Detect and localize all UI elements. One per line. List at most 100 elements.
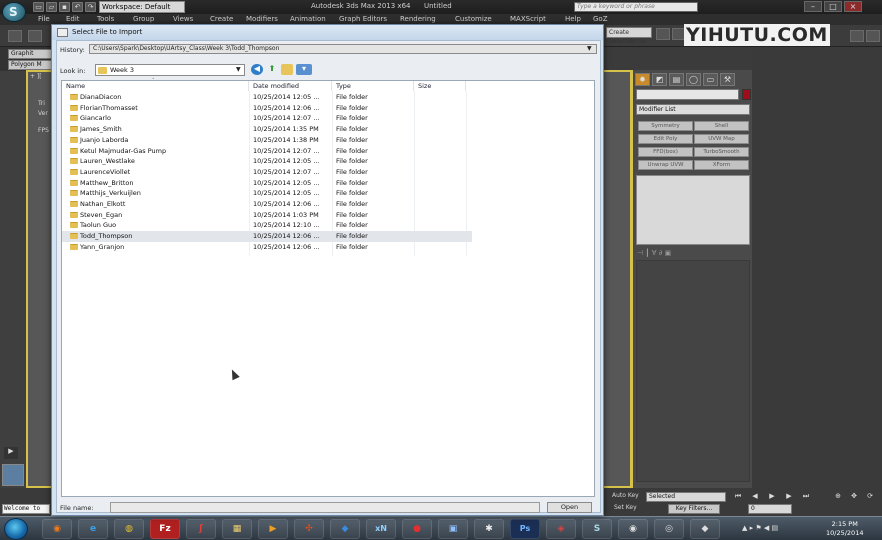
file-list-row[interactable]: Ketul Majmudar-Gas Pump 10/25/2014 12:07 … bbox=[62, 146, 472, 157]
render-setup-icon[interactable] bbox=[850, 30, 864, 42]
modifier-button[interactable]: Edit Poly bbox=[638, 134, 693, 144]
open-button[interactable]: Open bbox=[547, 502, 592, 513]
stack-controls[interactable]: ⊣ ┃ ∀ ∂ ▣ bbox=[637, 249, 749, 258]
file-list-row[interactable]: Taolun Guo 10/25/2014 12:10 ... File folde… bbox=[62, 220, 472, 231]
menu-customize[interactable]: Customize bbox=[455, 15, 492, 23]
modify-tab-icon[interactable]: ◩ bbox=[652, 73, 667, 86]
daz-studio-icon[interactable]: ✱ bbox=[474, 519, 504, 539]
up-folder-icon[interactable]: ⬆ bbox=[266, 64, 278, 75]
play-icon[interactable]: ▶ bbox=[4, 447, 18, 459]
file-list-row[interactable]: James_Smith 10/25/2014 1:35 PM File folder bbox=[62, 124, 472, 135]
modifier-button[interactable]: FFD(box) bbox=[638, 147, 693, 157]
file-list-row[interactable]: DianaDiacon 10/25/2014 12:05 ... File fold… bbox=[62, 92, 472, 103]
app-icon[interactable]: ✣ bbox=[294, 519, 324, 539]
file-list-row[interactable]: Steven_Egan 10/25/2014 1:03 PM File folder bbox=[62, 210, 472, 221]
menu-modifiers[interactable]: Modifiers bbox=[246, 15, 278, 23]
media-player-icon[interactable]: ▶ bbox=[258, 519, 288, 539]
menu-file[interactable]: File bbox=[38, 15, 50, 23]
create-tab-icon[interactable]: ✹ bbox=[635, 73, 650, 86]
selection-set-dropdown[interactable]: Create Selection Se bbox=[606, 27, 652, 45]
file-list-row[interactable]: Yann_Granjon 10/25/2014 12:06 ... File fol… bbox=[62, 242, 472, 253]
modifier-stack[interactable] bbox=[636, 175, 750, 245]
menu-maxscript[interactable]: MAXScript bbox=[510, 15, 546, 23]
file-explorer-icon[interactable]: ▦ bbox=[222, 519, 252, 539]
menu-graph-editors[interactable]: Graph Editors bbox=[339, 15, 387, 23]
key-mode-dropdown[interactable]: Selected bbox=[646, 492, 726, 502]
object-color-swatch[interactable] bbox=[742, 89, 751, 100]
maximize-button[interactable]: □ bbox=[824, 1, 842, 12]
key-filters-button[interactable]: Key Filters... bbox=[668, 504, 720, 514]
dropbox-icon[interactable]: ◆ bbox=[330, 519, 360, 539]
next-frame-icon[interactable]: ▶ bbox=[783, 492, 795, 502]
display-tab-icon[interactable]: ▭ bbox=[703, 73, 718, 86]
modifier-button[interactable]: XForm bbox=[694, 160, 749, 170]
orbit-icon[interactable]: ⟳ bbox=[864, 492, 876, 502]
undo-icon[interactable]: ↶ bbox=[72, 2, 83, 12]
view-menu-icon[interactable]: ▾ bbox=[296, 64, 312, 75]
system-clock[interactable]: 2:15 PM 10/25/2014 bbox=[826, 520, 863, 538]
menu-help[interactable]: Help bbox=[565, 15, 581, 23]
app-icon[interactable]: ◈ bbox=[546, 519, 576, 539]
close-button[interactable]: × bbox=[844, 1, 862, 12]
new-file-icon[interactable]: ▭ bbox=[33, 2, 44, 12]
save-icon[interactable]: ▪ bbox=[59, 2, 70, 12]
viewport-label[interactable]: + ][ bbox=[30, 73, 42, 80]
undo-toolbar-icon[interactable] bbox=[8, 30, 22, 42]
internet-explorer-icon[interactable]: e bbox=[78, 519, 108, 539]
toolbar-icon[interactable] bbox=[656, 28, 670, 40]
xn-view-icon[interactable]: xN bbox=[366, 519, 396, 539]
modifier-button[interactable]: UVW Map bbox=[694, 134, 749, 144]
tray-icons[interactable]: ▲ ▸ ⚑ ◀ ▤ bbox=[742, 524, 778, 532]
redo-toolbar-icon[interactable] bbox=[28, 30, 42, 42]
history-dropdown[interactable]: C:\Users\Spark\Desktop\UArtsy_Class\Week… bbox=[89, 44, 597, 54]
3ds-max-taskbar-icon[interactable]: S bbox=[582, 519, 612, 539]
menu-rendering[interactable]: Rendering bbox=[400, 15, 436, 23]
screen-recorder-icon[interactable]: ▣ bbox=[438, 519, 468, 539]
set-key-button[interactable]: Set Key bbox=[614, 504, 637, 511]
column-header-name[interactable]: Name bbox=[62, 81, 249, 91]
search-input[interactable]: Type a keyword or phrase bbox=[574, 2, 698, 12]
menu-tools[interactable]: Tools bbox=[97, 15, 114, 23]
prev-frame-icon[interactable]: ◀ bbox=[749, 492, 761, 502]
viewport-thumbnail[interactable] bbox=[2, 464, 24, 486]
app-icon[interactable]: ● bbox=[402, 519, 432, 539]
menu-group[interactable]: Group bbox=[133, 15, 154, 23]
menu-views[interactable]: Views bbox=[173, 15, 193, 23]
menu-goz[interactable]: GoZ bbox=[593, 15, 608, 23]
menu-create[interactable]: Create bbox=[210, 15, 233, 23]
file-list-row[interactable]: Juanjo Laborda 10/25/2014 1:38 PM File fol… bbox=[62, 135, 472, 146]
file-list-row[interactable]: LaurenceViollet 10/25/2014 12:07 ... File … bbox=[62, 167, 472, 178]
zoom-icon[interactable]: ⊕ bbox=[832, 492, 844, 502]
chrome-icon[interactable]: ◍ bbox=[114, 519, 144, 539]
current-frame-field[interactable]: 0 bbox=[748, 504, 792, 514]
motion-tab-icon[interactable]: ◯ bbox=[686, 73, 701, 86]
auto-key-button[interactable]: Auto Key bbox=[612, 492, 639, 499]
goto-end-icon[interactable]: ⏭ bbox=[800, 492, 812, 502]
modifier-button[interactable]: Shell bbox=[694, 121, 749, 131]
app-icon[interactable]: ʃ bbox=[186, 519, 216, 539]
back-icon[interactable]: ◀ bbox=[251, 64, 263, 75]
ribbon-tab-graphite[interactable]: Graphit bbox=[8, 49, 54, 59]
new-folder-icon[interactable] bbox=[281, 64, 293, 75]
file-list[interactable]: Name Date modified Type Size ˄ DianaDiac… bbox=[61, 78, 595, 497]
chevron-down-icon[interactable]: ▼ bbox=[236, 66, 241, 73]
column-header-type[interactable]: Type bbox=[332, 81, 414, 91]
photoshop-icon[interactable]: Ps bbox=[510, 519, 540, 539]
menu-edit[interactable]: Edit bbox=[66, 15, 80, 23]
file-list-row[interactable]: Matthew_Britton 10/25/2014 12:05 ... File … bbox=[62, 178, 472, 189]
file-name-input[interactable] bbox=[110, 502, 540, 513]
file-list-row[interactable]: Todd_Thompson 10/25/2014 12:06 ... File fo… bbox=[62, 231, 472, 242]
app-icon[interactable]: ◆ bbox=[690, 519, 720, 539]
utilities-tab-icon[interactable]: ⚒ bbox=[720, 73, 735, 86]
firefox-icon[interactable]: ◉ bbox=[42, 519, 72, 539]
redo-icon[interactable]: ↷ bbox=[85, 2, 96, 12]
file-list-row[interactable]: FlorianThomasset 10/25/2014 12:06 ... File… bbox=[62, 103, 472, 114]
object-name-field[interactable] bbox=[636, 89, 739, 100]
play-animation-icon[interactable]: ▶ bbox=[766, 492, 778, 502]
file-list-row[interactable]: Lauren_Westlake 10/25/2014 12:05 ... File … bbox=[62, 156, 472, 167]
modifier-button[interactable]: Unwrap UVW bbox=[638, 160, 693, 170]
start-button[interactable] bbox=[4, 518, 28, 540]
look-in-dropdown[interactable]: Week 3 bbox=[95, 64, 245, 76]
hierarchy-tab-icon[interactable]: ▤ bbox=[669, 73, 684, 86]
workspace-dropdown[interactable]: Workspace: Default bbox=[99, 1, 185, 13]
